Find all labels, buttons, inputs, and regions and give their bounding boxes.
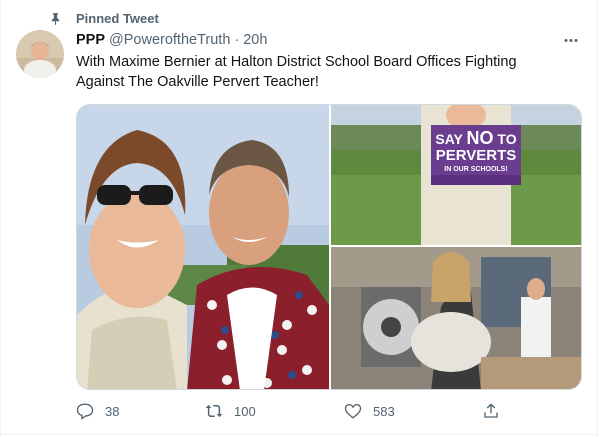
media-photo-selfie[interactable] <box>77 105 329 389</box>
author-handle[interactable]: @PoweroftheTruth <box>109 32 230 48</box>
tweet-timestamp[interactable]: 20h <box>243 32 267 48</box>
retweet-count: 100 <box>234 403 256 419</box>
media-grid: SAY NO TO PERVERTS IN OUR SCHOOLS! <box>76 104 582 390</box>
reply-icon <box>76 403 94 420</box>
tweet-text: With Maxime Bernier at Halton District S… <box>76 52 566 92</box>
timeline-border-right <box>597 0 598 437</box>
sign-say: SAY <box>435 131 463 147</box>
like-icon <box>344 403 362 419</box>
tweet-text-line: With Maxime Bernier at Halton District S… <box>76 54 517 70</box>
like-button[interactable]: 583 <box>344 400 395 422</box>
tweet-text-line: Against The Oakville Pervert Teacher! <box>76 74 319 90</box>
media-photo-workshop[interactable] <box>331 247 581 389</box>
sign-no: NO <box>466 128 494 148</box>
protest-sign: SAY NO TO PERVERTS IN OUR SCHOOLS! <box>431 127 521 183</box>
more-icon <box>564 38 578 42</box>
retweet-button[interactable]: 100 <box>205 400 256 422</box>
reply-button[interactable]: 38 <box>76 400 119 422</box>
pin-icon <box>51 12 60 25</box>
tweet-divider <box>0 434 598 435</box>
reply-count: 38 <box>105 403 120 419</box>
like-count: 583 <box>373 403 395 419</box>
sign-to: TO <box>497 131 517 147</box>
more-options-button[interactable] <box>562 32 580 48</box>
sign-schools: IN OUR SCHOOLS! <box>444 166 508 173</box>
pinned-label: Pinned Tweet <box>76 10 159 26</box>
author-avatar[interactable] <box>16 30 64 78</box>
tweet-actions: 38 100 583 <box>76 400 516 422</box>
retweet-icon <box>205 404 223 418</box>
sign-perverts: PERVERTS <box>435 147 517 164</box>
timeline-border-left <box>0 0 1 437</box>
pinned-tweet-indicator: Pinned Tweet <box>49 9 159 27</box>
share-button[interactable] <box>482 400 500 422</box>
share-icon <box>484 403 498 418</box>
time-separator: · <box>234 32 240 48</box>
author-name[interactable]: PPP <box>76 32 105 48</box>
media-photo-protest-sign[interactable]: SAY NO TO PERVERTS IN OUR SCHOOLS! <box>331 105 581 245</box>
tweet-header: PPP @PoweroftheTruth · 20h <box>76 31 267 49</box>
